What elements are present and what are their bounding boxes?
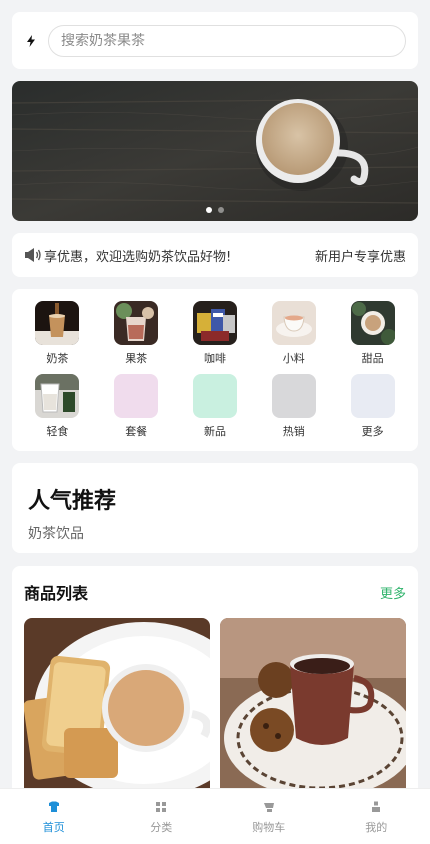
user-icon: [369, 799, 383, 813]
popular-section[interactable]: 人气推荐 奶茶饮品: [12, 463, 418, 553]
product-card[interactable]: [24, 618, 210, 798]
category-image: [271, 301, 316, 345]
popular-subtitle: 奶茶饮品: [28, 526, 84, 542]
category-image: [350, 374, 395, 418]
search-bar: [12, 12, 418, 69]
category-image: [192, 301, 237, 345]
category-light-meal[interactable]: 轻食: [18, 374, 97, 438]
notice-text: 享优惠，欢迎选购奶茶饮品好物!: [44, 249, 232, 265]
category-fruit-tea[interactable]: 果茶: [97, 301, 176, 365]
category-more[interactable]: 更多: [333, 374, 412, 438]
product-image: [220, 618, 406, 798]
popular-title: 人气推荐: [28, 489, 117, 514]
category-combo[interactable]: 套餐: [97, 374, 176, 438]
product-list-title: 商品列表: [24, 584, 89, 603]
category-new[interactable]: 新品: [176, 374, 255, 438]
carousel-dot[interactable]: [206, 207, 212, 213]
carousel-dot[interactable]: [218, 207, 224, 213]
grid-icon: [154, 799, 168, 813]
category-hot[interactable]: 热销: [254, 374, 333, 438]
category-toppings[interactable]: 小料: [254, 301, 333, 365]
bolt-icon: [24, 34, 38, 48]
category-image: [350, 301, 395, 345]
category-image: [271, 374, 316, 418]
carousel-indicators: [206, 207, 224, 213]
tab-mine[interactable]: 我的: [323, 789, 430, 844]
more-link[interactable]: 更多: [380, 583, 406, 602]
category-milk-tea[interactable]: 奶茶: [18, 301, 97, 365]
tab-category[interactable]: 分类: [108, 789, 216, 844]
search-input[interactable]: [61, 32, 393, 49]
notice-new-user-link[interactable]: 新用户专享优惠: [315, 246, 406, 265]
banner-image: [12, 81, 418, 221]
category-image: [114, 301, 159, 345]
bottom-tab-bar: 首页 分类 购物车 我的: [0, 788, 430, 844]
category-image: [192, 374, 237, 418]
banner-carousel[interactable]: [12, 81, 418, 221]
product-image: [24, 618, 210, 798]
search-box[interactable]: [48, 24, 406, 57]
product-card[interactable]: [220, 618, 406, 798]
tab-cart[interactable]: 购物车: [215, 789, 323, 844]
category-grid: 奶茶 果茶 咖啡 小料 甜品 轻食 套餐 新品 热销 更多: [12, 289, 418, 451]
category-dessert[interactable]: 甜品: [333, 301, 412, 365]
category-coffee[interactable]: 咖啡: [176, 301, 255, 365]
product-list: 商品列表 更多: [12, 566, 418, 806]
category-image: [35, 301, 80, 345]
notice-bar[interactable]: 享优惠，欢迎选购奶茶饮品好物! 新用户专享优惠: [12, 233, 418, 277]
category-image: [114, 374, 159, 418]
tab-home[interactable]: 首页: [0, 789, 108, 844]
shirt-icon: [47, 799, 61, 813]
megaphone-icon: [24, 247, 42, 263]
cart-icon: [262, 799, 276, 813]
category-image: [35, 374, 80, 418]
